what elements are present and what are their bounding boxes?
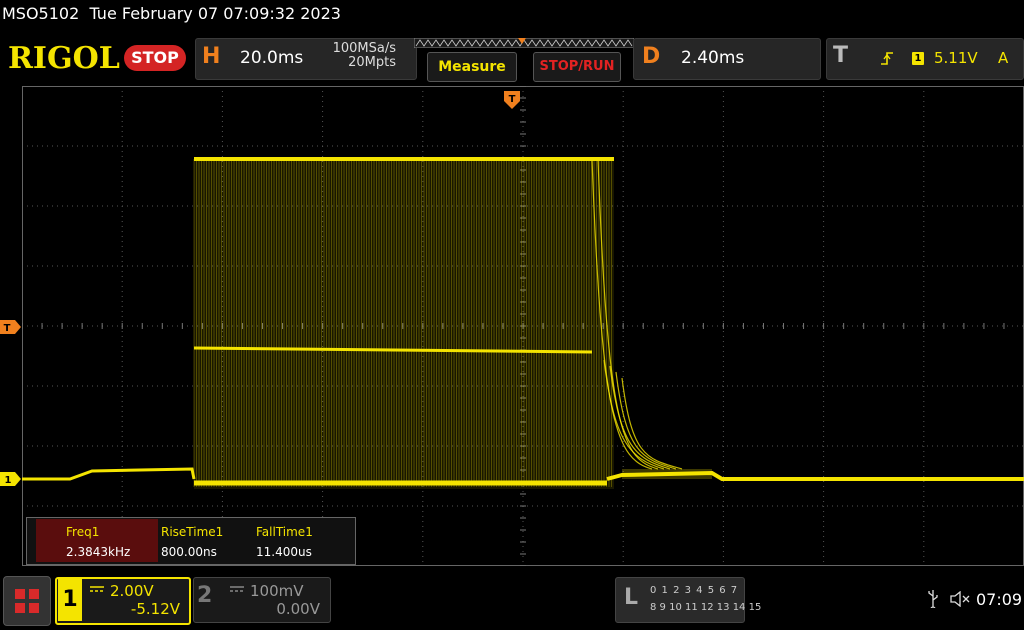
logic-analyzer-letter: L xyxy=(624,585,639,610)
logic-channels-row1: 0 1 2 3 4 5 6 7 xyxy=(650,585,739,596)
measurement-name: FallTime1 xyxy=(256,525,313,539)
datetime: Tue February 07 07:09:32 2023 xyxy=(89,4,341,23)
trigger-letter: T xyxy=(833,43,849,68)
channel2-number: 2 xyxy=(197,583,213,608)
channel1-offset-marker[interactable]: 1 xyxy=(0,472,22,486)
measurement-value: 11.400us xyxy=(256,545,312,559)
channel2-offset: 0.00V xyxy=(276,600,320,618)
memory-depth: 20Mpts xyxy=(348,55,396,70)
trigger-mode: A xyxy=(998,49,1009,67)
measurement-value: 800.00ns xyxy=(161,545,217,559)
waveform-display[interactable] xyxy=(22,86,1024,566)
measurement-name: Freq1 xyxy=(66,525,100,539)
trigger-level-marker[interactable]: T xyxy=(0,320,22,334)
delay-value: 2.40ms xyxy=(681,48,745,68)
measure-button[interactable]: Measure xyxy=(427,52,517,82)
trigger-source-badge: 1 xyxy=(912,52,924,65)
channel1-scale: 2.00V xyxy=(110,582,154,600)
timebase-value: 20.0ms xyxy=(240,48,304,68)
channel1-marker-label: 1 xyxy=(5,475,12,486)
channel2-scale: 100mV xyxy=(250,582,304,600)
main-menu-button[interactable] xyxy=(3,576,51,626)
measurement-value: 2.3843kHz xyxy=(66,545,131,559)
rising-edge-icon xyxy=(881,52,893,65)
rigol-logo: RIGOL xyxy=(8,41,120,74)
delay-letter: D xyxy=(642,44,661,69)
usb-icon xyxy=(928,590,938,608)
title-bar: MSO5102 Tue February 07 07:09:32 2023 xyxy=(2,4,341,23)
sound-muted-icon[interactable] xyxy=(950,591,972,607)
trigger-level-label: T xyxy=(4,323,11,334)
brand-text: RIGOL xyxy=(8,41,120,74)
trigger-level: 5.11V xyxy=(934,49,978,67)
trigger-position-marker[interactable]: T xyxy=(504,91,520,111)
sample-rate: 100MSa/s xyxy=(332,41,396,56)
channel1-offset: -5.12V xyxy=(130,600,180,618)
model-name: MSO5102 xyxy=(2,4,80,23)
clock: 07:09 xyxy=(976,590,1023,609)
trigger-panel[interactable] xyxy=(826,38,1024,80)
stop-run-button[interactable]: STOP/RUN xyxy=(533,52,621,82)
grid-menu-icon xyxy=(15,589,39,613)
dc-coupling-icon xyxy=(90,586,104,592)
measurement-name: RiseTime1 xyxy=(161,525,224,539)
trigger-position-label: T xyxy=(509,94,516,105)
memory-position-bar[interactable] xyxy=(414,38,634,48)
channel1-number: 1 xyxy=(58,579,82,621)
logic-channels-row2: 8 9 10 11 12 13 14 15 xyxy=(650,602,762,613)
horizontal-letter: H xyxy=(202,44,221,69)
run-state-badge[interactable]: STOP xyxy=(124,45,186,71)
dc-coupling-icon xyxy=(230,586,244,592)
